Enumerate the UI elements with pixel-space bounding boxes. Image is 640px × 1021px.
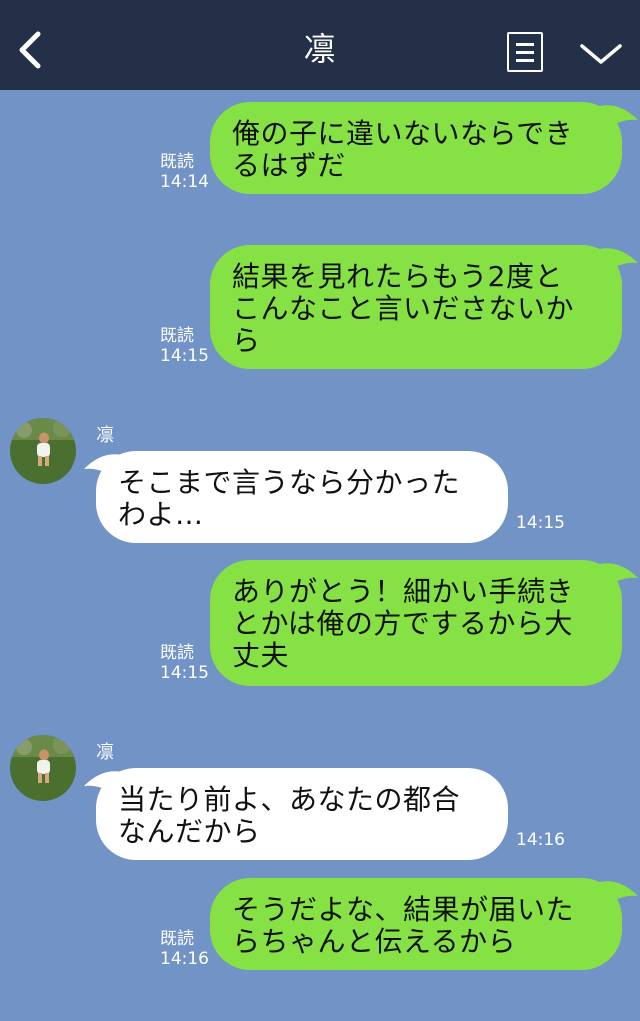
- message-time: 14:14: [160, 172, 209, 192]
- message-time: 14:15: [160, 346, 209, 366]
- message-bubble: そうだよな、結果が届いた らちゃんと伝えるから: [210, 878, 622, 970]
- bubble-tail: [600, 563, 638, 588]
- message-time: 14:15: [160, 663, 209, 683]
- read-label: 既読: [160, 326, 194, 346]
- chevron-down-icon[interactable]: [578, 36, 624, 70]
- message-bubble: そこまで言うなら分かった わよ…: [96, 451, 508, 543]
- menu-list-icon[interactable]: [507, 32, 543, 72]
- avatar[interactable]: [10, 735, 76, 801]
- bubble-tail: [600, 881, 638, 906]
- message-item: 凛 当たり前よ、あなたの都合 なんだから 14:16: [0, 732, 640, 862]
- sender-name: 凛: [96, 742, 114, 763]
- read-label: 既読: [160, 643, 194, 663]
- read-receipt: 既読 14:16: [160, 929, 209, 969]
- message-bubble: 俺の子に違いないならでき るはずだ: [210, 102, 622, 194]
- sender-name: 凛: [96, 425, 114, 446]
- bubble-tail: [600, 105, 638, 130]
- message-item: 結果を見れたらもう2度と こんなこと言いださないか ら 既読 14:15: [0, 240, 640, 370]
- read-receipt: 既読 14:15: [160, 643, 209, 683]
- message-item: そうだよな、結果が届いた らちゃんと伝えるから 既読 14:16: [0, 875, 640, 985]
- message-item: ありがとう！細かい手続き とかは俺の方でするから大 丈夫 既読 14:15: [0, 558, 640, 688]
- chat-area[interactable]: 俺の子に違いないならでき るはずだ 既読 14:14 結果を見れたらもう2度と …: [0, 90, 640, 1021]
- bubble-tail: [600, 248, 638, 273]
- message-time: 14:15: [516, 513, 565, 533]
- message-time: 14:16: [516, 830, 565, 850]
- read-label: 既読: [160, 929, 194, 949]
- message-bubble: 当たり前よ、あなたの都合 なんだから: [96, 768, 508, 860]
- message-item: 俺の子に違いないならでき るはずだ 既読 14:14: [0, 90, 640, 200]
- message-bubble: 結果を見れたらもう2度と こんなこと言いださないか ら: [210, 245, 622, 369]
- chat-header: 凛: [0, 0, 640, 90]
- message-item: 凛 そこまで言うなら分かった わよ… 14:15: [0, 415, 640, 545]
- avatar[interactable]: [10, 418, 76, 484]
- message-time: 14:16: [160, 949, 209, 969]
- chat-title: 凛: [303, 30, 337, 68]
- read-label: 既読: [160, 152, 194, 172]
- read-receipt: 既読 14:15: [160, 326, 209, 366]
- read-receipt: 既読 14:14: [160, 152, 209, 192]
- message-bubble: ありがとう！細かい手続き とかは俺の方でするから大 丈夫: [210, 560, 622, 686]
